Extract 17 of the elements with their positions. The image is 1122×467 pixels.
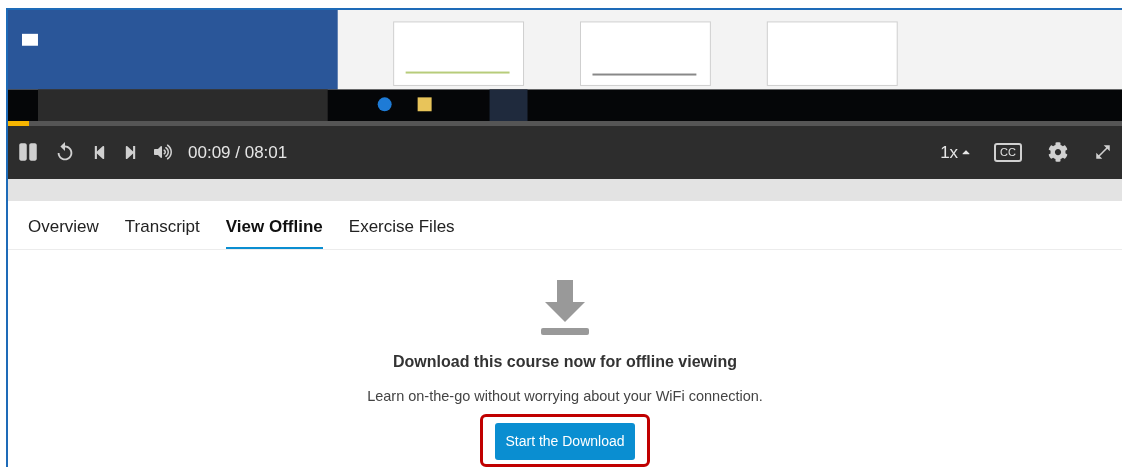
download-icon: [541, 280, 589, 337]
offline-description: Learn on-the-go without worrying about your WiFi connection.: [367, 387, 763, 407]
settings-icon[interactable]: [1048, 142, 1068, 163]
offline-heading: Download this course now for offline viewing: [393, 352, 737, 373]
speed-button[interactable]: 1x: [940, 139, 973, 166]
previous-icon[interactable]: [92, 144, 107, 160]
volume-icon[interactable]: [154, 143, 172, 162]
pause-icon[interactable]: [18, 142, 38, 163]
tab[interactable]: View Offline: [225, 213, 323, 250]
captions-button[interactable]: CC: [994, 142, 1022, 162]
tab[interactable]: Transcript: [124, 213, 200, 250]
playback-time: 00:09 / 08:01: [188, 141, 288, 164]
tab[interactable]: Overview: [28, 213, 99, 250]
start-download-button[interactable]: Start the Download: [495, 423, 635, 460]
next-icon[interactable]: [123, 144, 138, 160]
fullscreen-icon[interactable]: [1094, 143, 1112, 162]
tab[interactable]: Exercise Files: [348, 213, 455, 250]
